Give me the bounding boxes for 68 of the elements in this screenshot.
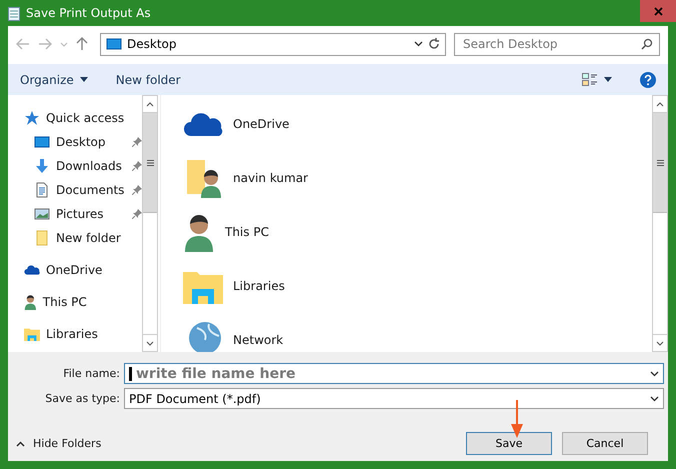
notepad-icon xyxy=(8,6,20,20)
down-arrow-icon xyxy=(34,158,50,174)
close-button[interactable] xyxy=(640,0,676,22)
sidebar-item[interactable]: Pictures xyxy=(24,202,142,226)
annotation-arrow xyxy=(511,400,523,438)
sidebar-item[interactable]: OneDrive xyxy=(24,258,142,282)
dialog-button[interactable]: Cancel xyxy=(562,432,648,455)
folder-item[interactable]: Libraries xyxy=(183,259,652,313)
search-field[interactable]: Search Desktop xyxy=(454,32,660,56)
dropdown-caret-icon xyxy=(650,370,659,376)
search-icon xyxy=(641,38,653,50)
folder-item[interactable]: This PC xyxy=(183,205,652,259)
cloud-icon xyxy=(183,112,223,136)
caret-icon xyxy=(414,41,423,47)
star-icon xyxy=(24,110,40,126)
dialog-button[interactable]: Save xyxy=(466,432,552,455)
scroll-up-icon[interactable] xyxy=(146,102,154,106)
sidebar-item[interactable]: This PC xyxy=(24,290,142,314)
cloud-icon xyxy=(24,265,40,275)
sidebar-item[interactable]: Documents xyxy=(24,178,142,202)
person-icon xyxy=(24,294,37,310)
chevron-up-icon xyxy=(16,440,25,446)
caret-icon xyxy=(80,77,88,82)
address-bar[interactable]: Desktop xyxy=(100,32,446,56)
picture-icon xyxy=(34,206,50,222)
library-folder-icon xyxy=(24,326,40,342)
caret-icon xyxy=(604,77,612,82)
file-name-label: File name: xyxy=(62,367,121,380)
scroll-down-icon[interactable] xyxy=(146,340,154,346)
person-icon xyxy=(183,212,215,252)
pin-icon xyxy=(132,161,142,171)
monitor-icon xyxy=(34,134,50,150)
sidebar-item[interactable]: New folder xyxy=(24,226,142,250)
view-options-button[interactable] xyxy=(582,72,612,86)
file-name-field[interactable]: write file name here xyxy=(124,363,664,384)
grip-icon[interactable] xyxy=(146,160,154,166)
pin-icon xyxy=(132,137,142,147)
new-folder-button[interactable]: New folder xyxy=(116,72,181,86)
help-button[interactable] xyxy=(640,72,656,88)
scroll-down-icon[interactable] xyxy=(656,340,664,346)
file-type-dropdown[interactable]: PDF Document (*.pdf) xyxy=(124,388,664,409)
file-type-label: Save as type: xyxy=(44,392,121,405)
document-icon xyxy=(34,182,50,198)
grip-icon[interactable] xyxy=(656,160,664,166)
scroll-up-icon[interactable] xyxy=(656,102,664,106)
sidebar-item[interactable]: Quick access xyxy=(24,106,142,130)
folder-item[interactable]: OneDrive xyxy=(183,97,652,151)
folder-icon xyxy=(34,230,50,246)
dropdown-caret-icon xyxy=(650,396,659,402)
hide-folders-button[interactable]: Hide Folders xyxy=(16,437,102,450)
details-view-icon xyxy=(582,72,598,86)
sidebar-item[interactable]: Downloads xyxy=(24,154,142,178)
pin-icon xyxy=(132,185,142,195)
pin-icon xyxy=(132,209,142,219)
up-button[interactable] xyxy=(76,37,88,51)
sidebar-item[interactable]: Desktop xyxy=(24,130,142,154)
sidebar-item[interactable]: Libraries xyxy=(24,322,142,346)
file-name-input[interactable]: write file name here xyxy=(134,366,650,382)
organize-button[interactable]: Organize xyxy=(20,72,88,86)
scrollbar[interactable] xyxy=(142,95,158,352)
folder-item[interactable]: Network xyxy=(183,313,652,352)
folder-item[interactable]: navin kumar xyxy=(183,151,652,205)
scrollbar[interactable] xyxy=(652,95,668,352)
refresh-icon[interactable] xyxy=(428,38,440,50)
window-title: Save Print Output As xyxy=(26,6,152,20)
close-icon[interactable] xyxy=(654,6,662,16)
monitor-icon xyxy=(106,36,122,52)
address-text: Desktop xyxy=(127,37,178,51)
